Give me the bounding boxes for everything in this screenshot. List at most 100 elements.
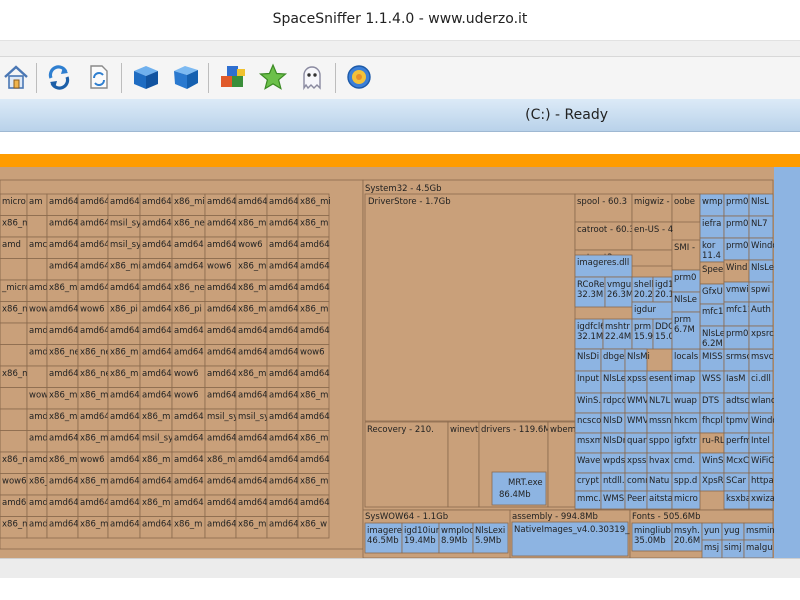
folder-cell-label: x86_m xyxy=(300,305,328,315)
folder-cell-label: x86_mi xyxy=(49,412,80,422)
file-cell-label: 32.3M xyxy=(577,290,603,300)
folder-cell-label: amd64 xyxy=(238,434,268,444)
blue-cube-icon[interactable] xyxy=(130,60,162,94)
filter-bar xyxy=(0,132,800,154)
mrt-name: MRT.exe xyxy=(508,478,543,488)
folder-cell-label: amd64 xyxy=(80,283,110,293)
folder-cell-label: x86_w xyxy=(300,520,327,530)
file-cell-label: Auth xyxy=(751,305,771,315)
folder-cell-label: amd64 xyxy=(80,498,110,508)
file-cell-label: locals xyxy=(674,352,699,362)
file-cell-label: prm0 xyxy=(726,219,748,229)
folder-cell[interactable] xyxy=(26,215,48,238)
green-star-icon[interactable] xyxy=(257,60,289,94)
file-cell-label: DDC xyxy=(655,322,674,332)
folder-cell-label: amd64 xyxy=(238,477,268,487)
folder-cell-label: amd64 xyxy=(238,197,268,207)
title-bar: SpaceSniffer 1.1.4.0 - www.uderzo.it xyxy=(0,0,800,41)
file-cell-label: wmp xyxy=(702,197,723,207)
file-cell-label: iefra xyxy=(702,219,721,229)
folder-cell-label: x86_m xyxy=(300,219,328,229)
folder-cell-label: amd64 xyxy=(142,326,172,336)
folder-cell-label: x86_m xyxy=(238,520,266,530)
gear-icon[interactable] xyxy=(343,60,375,94)
folder-cell-label: amd64 xyxy=(110,455,140,465)
folder-cell[interactable] xyxy=(0,344,28,367)
file-cell-label: 11.4 xyxy=(702,251,721,261)
folder-cell[interactable] xyxy=(0,430,28,453)
file-cell-label: spwi xyxy=(751,285,770,295)
driverstore-folder[interactable] xyxy=(364,193,576,422)
folder-cell-label: x86_n xyxy=(2,305,27,315)
file-cell-label: shell xyxy=(634,280,654,290)
file-cell-label: msvc xyxy=(751,352,774,362)
folder-cell[interactable] xyxy=(0,322,28,345)
folder-cell-label: amd64 xyxy=(49,369,79,379)
folder-cell-label: x86_m xyxy=(238,262,266,272)
imageres-file-label: imageres.dll xyxy=(577,258,629,268)
folder-cell-label: amd64 xyxy=(207,305,237,315)
file-cell-label: WinS xyxy=(702,456,723,466)
file-cell-label: RCoRe xyxy=(577,280,604,290)
folder-cell-label: x86_m xyxy=(49,391,77,401)
folder-cell-label: amd64 xyxy=(207,326,237,336)
file-cell-label: msmin xyxy=(746,526,774,536)
colored-blocks-icon[interactable] xyxy=(217,60,249,94)
file-cell-label: 22.4M xyxy=(605,332,631,342)
folder-cell[interactable] xyxy=(0,408,28,431)
syswow64-label: SysWOW64 - 1.1Gb xyxy=(365,512,448,522)
file-cell-label: msj xyxy=(704,543,719,553)
folder-cell-label: x86_m xyxy=(174,520,202,530)
folder-cell-label: x86_ne xyxy=(80,369,111,379)
folder-cell-label: micro xyxy=(2,197,26,207)
enus-folder-label: en-US - 4 xyxy=(634,225,673,235)
catroot-folder-label: catroot - 60.3 xyxy=(577,225,635,235)
folder-cell-label: amd64 xyxy=(142,283,172,293)
home-icon[interactable] xyxy=(0,60,32,94)
file-cell-label: mssn xyxy=(649,416,672,426)
file-cell-label: rdpcc xyxy=(603,396,627,406)
folder-cell-label: amd64 xyxy=(174,434,204,444)
wbem-folder-label: wbem xyxy=(550,425,576,435)
drivers-label: drivers - 119.6M xyxy=(481,425,551,435)
folder-cell[interactable] xyxy=(0,258,28,281)
folder-cell-label: wow6 xyxy=(238,240,263,250)
folder-cell[interactable] xyxy=(0,387,28,410)
folder-cell-label: amd64 xyxy=(174,498,204,508)
file-cell-label: NL7 xyxy=(751,219,768,229)
folder-cell-label: amd64 xyxy=(49,240,79,250)
refresh-document-icon[interactable] xyxy=(82,60,114,94)
refresh-icon[interactable] xyxy=(43,60,75,94)
file-cell-label: yun xyxy=(704,526,720,536)
file-cell-label: wuap xyxy=(674,396,697,406)
folder-cell-label: amd64 xyxy=(207,477,237,487)
ghost-icon[interactable] xyxy=(296,60,328,94)
blue-cube-tilted-icon[interactable] xyxy=(170,60,202,94)
treemap[interactable]: micro am amd64 amd64 amd64 amd64 x86_mi amd64 am… xyxy=(0,167,800,558)
mrt-file[interactable] xyxy=(491,471,547,506)
file-cell-label: malgu xyxy=(746,543,773,553)
folder-cell-label: x86_m xyxy=(238,219,266,229)
folder-cell[interactable] xyxy=(26,258,48,281)
folder-cell-label: amd64 xyxy=(49,434,79,444)
folder-cell-label: amd64 xyxy=(207,520,237,530)
folder-cell-label: amd64 xyxy=(269,369,299,379)
horizontal-scrollbar[interactable] xyxy=(0,558,800,579)
file-cell-label: perfm xyxy=(726,436,751,446)
file-cell-label: hvax xyxy=(649,456,670,466)
treemap-right-edge[interactable] xyxy=(774,167,800,558)
folder-cell-label: x86_pi xyxy=(174,305,202,315)
driverstore-label: DriverStore - 1.7Gb xyxy=(368,197,451,207)
folder-cell-label: amd64 xyxy=(174,240,204,250)
folder-cell[interactable] xyxy=(26,365,48,388)
folder-cell-label: amd64 xyxy=(110,434,140,444)
folder-cell-label: amd64 xyxy=(269,219,299,229)
folder-cell-label: amd64 xyxy=(142,262,172,272)
folder-cell-label: amd64 xyxy=(142,305,172,315)
folder-cell-label: amd64 xyxy=(269,305,299,315)
folder-cell-label: x86_m xyxy=(238,283,266,293)
treemap-canvas[interactable]: micro am amd64 amd64 amd64 amd64 x86_mi amd64 am… xyxy=(0,167,774,558)
folder-cell-label: msil_sy xyxy=(238,412,269,422)
file-cell-label: NlsDr xyxy=(603,436,627,446)
toolbar-separator xyxy=(335,63,336,93)
